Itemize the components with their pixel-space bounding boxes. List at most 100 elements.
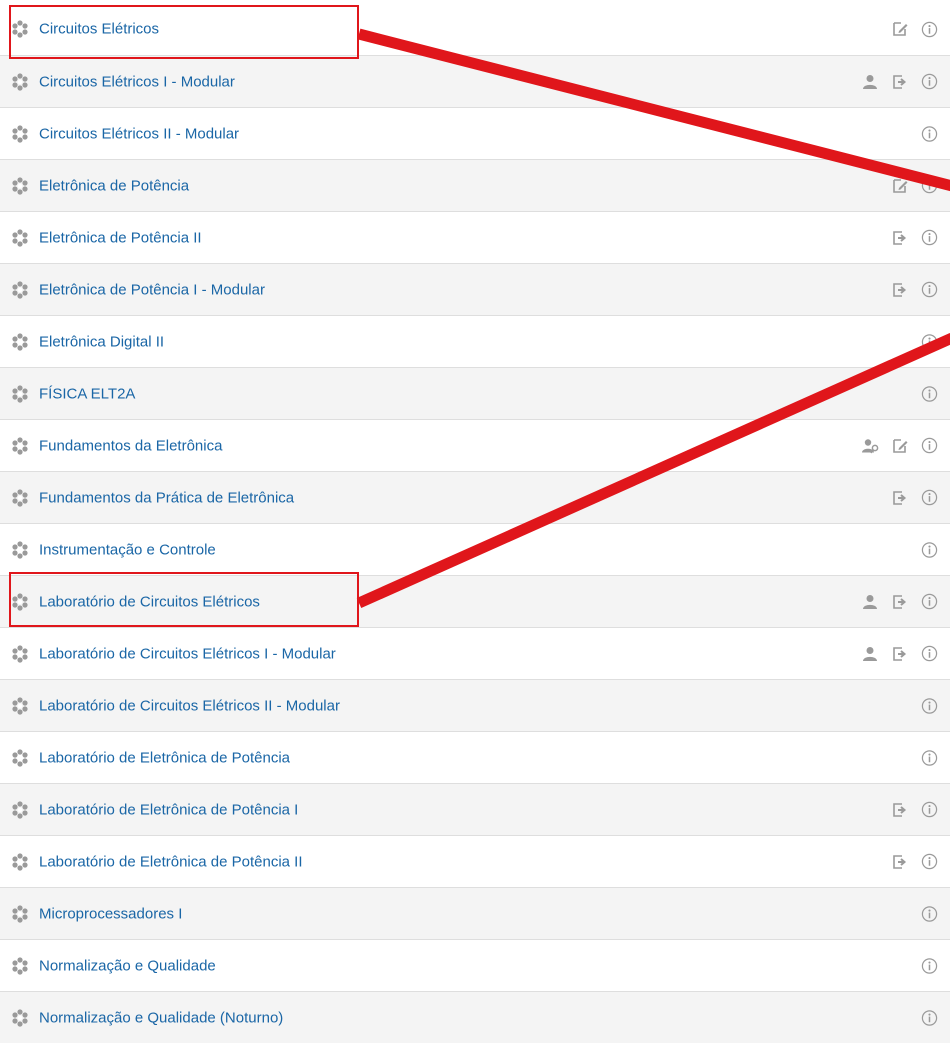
info-icon[interactable] xyxy=(921,593,938,610)
course-actions xyxy=(921,385,938,402)
info-icon[interactable] xyxy=(921,21,938,38)
course-row: Laboratório de Circuitos Elétricos II - … xyxy=(0,679,950,731)
info-icon[interactable] xyxy=(921,489,938,506)
course-link[interactable]: Fundamentos da Prática de Eletrônica xyxy=(39,489,294,506)
course-link[interactable]: Laboratório de Eletrônica de Potência II xyxy=(39,853,303,870)
course-category-icon xyxy=(12,904,28,923)
enrol-icon[interactable] xyxy=(891,853,909,871)
course-actions xyxy=(921,749,938,766)
course-row: Laboratório de Eletrônica de Potência xyxy=(0,731,950,783)
course-actions xyxy=(891,801,938,819)
enrol-icon[interactable] xyxy=(891,281,909,299)
course-category-icon xyxy=(12,800,28,819)
course-row: Laboratório de Circuitos Elétricos xyxy=(0,575,950,627)
info-icon[interactable] xyxy=(921,749,938,766)
info-icon[interactable] xyxy=(921,281,938,298)
course-category-icon xyxy=(12,1008,28,1027)
course-link[interactable]: Microprocessadores I xyxy=(39,905,182,922)
course-link[interactable]: Laboratório de Circuitos Elétricos xyxy=(39,593,260,610)
info-icon[interactable] xyxy=(921,437,938,454)
info-icon[interactable] xyxy=(921,645,938,662)
course-actions xyxy=(921,697,938,714)
course-link[interactable]: Circuitos Elétricos xyxy=(39,21,159,38)
course-actions xyxy=(891,853,938,871)
info-icon[interactable] xyxy=(921,73,938,90)
course-link[interactable]: Normalização e Qualidade (Noturno) xyxy=(39,1009,283,1026)
info-icon[interactable] xyxy=(921,541,938,558)
course-link[interactable]: Eletrônica Digital II xyxy=(39,333,164,350)
course-link[interactable]: Laboratório de Circuitos Elétricos I - M… xyxy=(39,645,336,662)
edit-icon[interactable] xyxy=(891,177,909,195)
user-icon[interactable] xyxy=(861,73,879,91)
course-row: Fundamentos da Eletrônica xyxy=(0,419,950,471)
info-icon[interactable] xyxy=(921,125,938,142)
course-row: Circuitos Elétricos xyxy=(0,3,950,55)
enrol-icon[interactable] xyxy=(891,801,909,819)
course-row: Laboratório de Eletrônica de Potência I xyxy=(0,783,950,835)
course-actions xyxy=(891,177,938,195)
course-row: Microprocessadores I xyxy=(0,887,950,939)
course-row: Fundamentos da Prática de Eletrônica xyxy=(0,471,950,523)
course-link[interactable]: Laboratório de Eletrônica de Potência xyxy=(39,749,290,766)
course-row: FÍSICA ELT2A xyxy=(0,367,950,419)
course-actions xyxy=(861,437,938,455)
course-link[interactable]: Eletrônica de Potência II xyxy=(39,229,202,246)
course-category-icon xyxy=(12,228,28,247)
course-actions xyxy=(921,333,938,350)
course-category-icon xyxy=(12,332,28,351)
course-actions xyxy=(921,957,938,974)
course-category-icon xyxy=(12,384,28,403)
info-icon[interactable] xyxy=(921,801,938,818)
user-icon[interactable] xyxy=(861,645,879,663)
course-link[interactable]: Normalização e Qualidade xyxy=(39,957,216,974)
course-actions xyxy=(921,125,938,142)
info-icon[interactable] xyxy=(921,905,938,922)
info-icon[interactable] xyxy=(921,229,938,246)
course-actions xyxy=(921,905,938,922)
course-row: Eletrônica Digital II xyxy=(0,315,950,367)
course-category-icon xyxy=(12,124,28,143)
course-link[interactable]: Fundamentos da Eletrônica xyxy=(39,437,222,454)
enrol-icon[interactable] xyxy=(891,593,909,611)
course-actions xyxy=(891,229,938,247)
user-icon[interactable] xyxy=(861,593,879,611)
course-link[interactable]: Eletrônica de Potência xyxy=(39,177,189,194)
course-row: Eletrônica de Potência xyxy=(0,159,950,211)
course-row: Instrumentação e Controle xyxy=(0,523,950,575)
course-row: Circuitos Elétricos I - Modular xyxy=(0,55,950,107)
course-actions xyxy=(891,489,938,507)
course-category-icon xyxy=(12,72,28,91)
info-icon[interactable] xyxy=(921,853,938,870)
guest-icon[interactable] xyxy=(861,437,879,455)
course-category-icon xyxy=(12,592,28,611)
course-row: Circuitos Elétricos II - Modular xyxy=(0,107,950,159)
course-actions xyxy=(861,73,938,91)
course-link[interactable]: FÍSICA ELT2A xyxy=(39,385,135,402)
course-link[interactable]: Circuitos Elétricos I - Modular xyxy=(39,73,235,90)
course-row: Normalização e Qualidade (Noturno) xyxy=(0,991,950,1043)
enrol-icon[interactable] xyxy=(891,229,909,247)
course-actions xyxy=(921,541,938,558)
course-link[interactable]: Laboratório de Eletrônica de Potência I xyxy=(39,801,298,818)
info-icon[interactable] xyxy=(921,957,938,974)
enrol-icon[interactable] xyxy=(891,489,909,507)
course-link[interactable]: Circuitos Elétricos II - Modular xyxy=(39,125,239,142)
course-category-icon xyxy=(12,644,28,663)
edit-icon[interactable] xyxy=(891,437,909,455)
course-row: Eletrônica de Potência II xyxy=(0,211,950,263)
info-icon[interactable] xyxy=(921,1009,938,1026)
enrol-icon[interactable] xyxy=(891,73,909,91)
info-icon[interactable] xyxy=(921,697,938,714)
course-link[interactable]: Laboratório de Circuitos Elétricos II - … xyxy=(39,697,340,714)
course-row: Laboratório de Circuitos Elétricos I - M… xyxy=(0,627,950,679)
info-icon[interactable] xyxy=(921,333,938,350)
course-actions xyxy=(921,1009,938,1026)
info-icon[interactable] xyxy=(921,177,938,194)
course-row: Normalização e Qualidade xyxy=(0,939,950,991)
course-link[interactable]: Instrumentação e Controle xyxy=(39,541,216,558)
enrol-icon[interactable] xyxy=(891,645,909,663)
info-icon[interactable] xyxy=(921,385,938,402)
course-category-icon xyxy=(12,176,28,195)
course-link[interactable]: Eletrônica de Potência I - Modular xyxy=(39,281,265,298)
edit-icon[interactable] xyxy=(891,20,909,38)
